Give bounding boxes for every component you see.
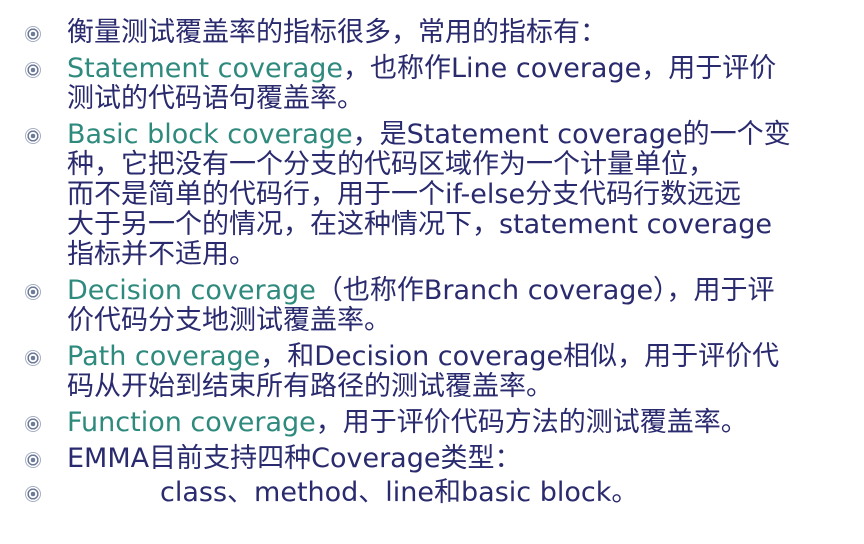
line: 种，它把没有一个分支的代码区域作为一个计量单位， (67, 149, 715, 180)
list-item: Decision coverage（也称作Branch coverage），用于… (0, 276, 864, 336)
round-bullet-icon (26, 417, 40, 431)
line: 价代码分支地测试覆盖率。 (67, 305, 391, 336)
round-bullet-icon (26, 27, 40, 41)
list-item: Path coverage，和Decision coverage相似，用于评价代… (0, 342, 864, 402)
line-text: ，用于评价代码方法的测试覆盖率。 (315, 407, 748, 438)
list-item: class、method、line和basic block。 (0, 478, 864, 508)
term-statement-coverage: Statement coverage (67, 53, 344, 84)
line-text: ，和Decision coverage相似，用于评价代 (260, 341, 780, 372)
line: Basic block coverage，是Statement coverage… (67, 120, 836, 150)
line-text: （也称作Branch coverage），用于评 (315, 275, 775, 306)
line: 大于另一个的情况，在这种情况下，statement coverage (67, 209, 772, 240)
line: Path coverage，和Decision coverage相似，用于评价代 (67, 342, 836, 372)
list-item: Basic block coverage，是Statement coverage… (0, 120, 864, 270)
term-basic-block-coverage: Basic block coverage (67, 119, 353, 150)
round-bullet-icon (26, 487, 40, 501)
term-path-coverage: Path coverage (67, 341, 261, 372)
round-bullet-icon (26, 453, 40, 467)
round-bullet-icon (26, 129, 40, 143)
slide: 衡量测试覆盖率的指标很多，常用的指标有： Statement coverage，… (0, 0, 864, 544)
line: 码从开始到结束所有路径的测试覆盖率。 (67, 371, 553, 402)
list-item: Statement coverage，也称作Line coverage，用于评价… (0, 54, 864, 114)
line: 测试的代码语句覆盖率。 (67, 83, 364, 114)
round-bullet-icon (26, 351, 40, 365)
line: 指标并不适用。 (67, 239, 256, 270)
line-text: ，也称作Line coverage，用于评价 (343, 53, 777, 84)
line: class、method、line和basic block。 (160, 477, 639, 508)
list-item: 衡量测试覆盖率的指标很多，常用的指标有： (0, 18, 864, 48)
bullet-list: 衡量测试覆盖率的指标很多，常用的指标有： Statement coverage，… (0, 18, 864, 514)
line: EMMA目前支持四种Coverage类型： (67, 443, 522, 474)
round-bullet-icon (26, 285, 40, 299)
line: Function coverage，用于评价代码方法的测试覆盖率。 (67, 408, 836, 438)
line: 衡量测试覆盖率的指标很多，常用的指标有： (67, 17, 607, 48)
line: 而不是简单的代码行，用于一个if-else分支代码行数远远 (67, 179, 742, 210)
list-item: Function coverage，用于评价代码方法的测试覆盖率。 (0, 408, 864, 438)
term-function-coverage: Function coverage (67, 407, 316, 438)
line-text: ，是Statement coverage的一个变 (352, 119, 791, 150)
round-bullet-icon (26, 63, 40, 77)
term-decision-coverage: Decision coverage (67, 275, 316, 306)
list-item: EMMA目前支持四种Coverage类型： (0, 444, 864, 474)
line: Decision coverage（也称作Branch coverage），用于… (67, 276, 836, 306)
line: Statement coverage，也称作Line coverage，用于评价 (67, 54, 836, 84)
